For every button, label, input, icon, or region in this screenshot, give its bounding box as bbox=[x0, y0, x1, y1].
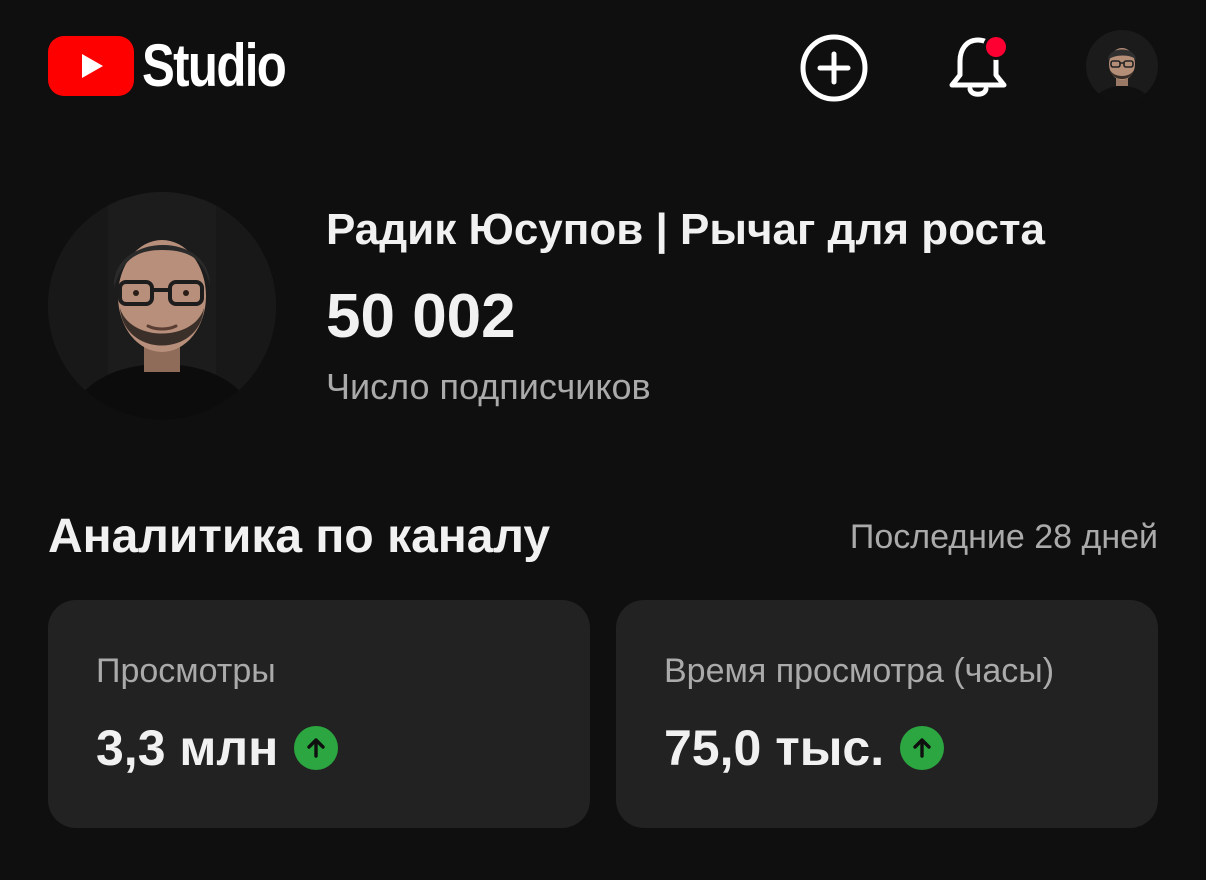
top-app-bar: Studio bbox=[0, 0, 1206, 134]
views-value: 3,3 млн bbox=[96, 720, 279, 776]
channel-info: Радик Юсупов | Рычаг для роста 50 002 Чи… bbox=[326, 200, 1045, 410]
watch-time-label: Время просмотра (часы) bbox=[664, 652, 1055, 690]
plus-circle-icon bbox=[800, 34, 868, 102]
notifications-button[interactable] bbox=[940, 30, 1016, 106]
analytics-title: Аналитика по каналу bbox=[48, 510, 551, 563]
studio-logo[interactable]: Studio bbox=[48, 36, 317, 96]
bell-icon bbox=[949, 34, 1009, 97]
trend-up-icon bbox=[900, 726, 945, 770]
channel-name: Радик Юсупов | Рычаг для роста bbox=[326, 205, 1045, 254]
channel-avatar bbox=[48, 192, 276, 420]
notification-dot bbox=[986, 37, 1006, 57]
account-avatar-button[interactable] bbox=[1086, 30, 1158, 102]
youtube-play-icon bbox=[48, 36, 134, 96]
studio-logo-text: Studio bbox=[142, 32, 287, 99]
account-avatar bbox=[1086, 30, 1158, 102]
subscriber-label: Число подписчиков bbox=[326, 366, 651, 407]
analytics-date-range: Последние 28 дней bbox=[849, 518, 1158, 556]
views-label: Просмотры bbox=[96, 652, 276, 690]
views-card[interactable]: Просмотры 3,3 млн bbox=[48, 600, 590, 828]
create-button[interactable] bbox=[798, 32, 870, 104]
analytics-header: Аналитика по каналу Последние 28 дней bbox=[48, 504, 1158, 570]
trend-up-icon bbox=[294, 726, 339, 770]
views-value-row: 3,3 млн bbox=[96, 718, 339, 778]
watch-time-value: 75,0 тыс. bbox=[664, 720, 885, 776]
subscriber-count: 50 002 bbox=[326, 282, 516, 351]
watch-time-card[interactable]: Время просмотра (часы) 75,0 тыс. bbox=[616, 600, 1158, 828]
watch-time-value-row: 75,0 тыс. bbox=[664, 718, 945, 778]
